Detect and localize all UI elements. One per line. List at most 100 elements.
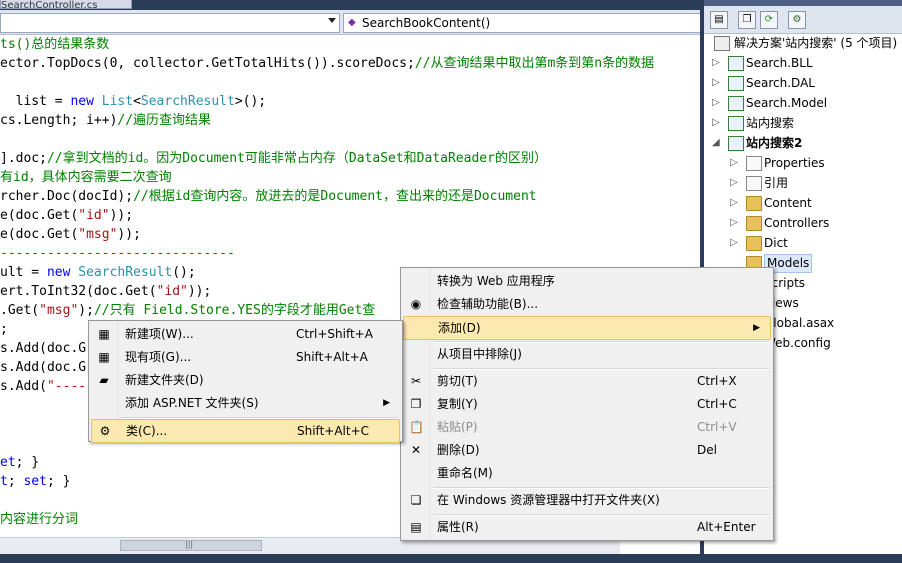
class-icon: ⚙ xyxy=(99,424,111,438)
menu-item[interactable]: ⚙ 类(C)... Shift+Alt+C xyxy=(91,419,400,443)
project-icon xyxy=(728,136,744,151)
menu-item-label: 添加(D) xyxy=(438,321,481,335)
refresh-icon[interactable]: ⟳ xyxy=(760,11,778,29)
folder-icon xyxy=(746,196,762,211)
folder-icon xyxy=(746,216,762,231)
menu-item[interactable]: 重命名(M) xyxy=(403,462,771,484)
file-icon xyxy=(746,156,762,171)
code-token: )); xyxy=(117,227,141,242)
code-line: 内容进行分词 xyxy=(0,510,78,529)
code-token: .Get( xyxy=(0,303,40,318)
menu-item[interactable]: ▦ 新建项(W)... Ctrl+Shift+A xyxy=(91,323,400,345)
properties-icon: ▤ xyxy=(410,520,422,534)
menu-item[interactable]: ◉ 检查辅助功能(B)... xyxy=(403,293,771,315)
expand-arrow-icon[interactable]: ▷ xyxy=(730,173,742,193)
open-folder-icon: ❏ xyxy=(410,493,422,507)
expand-arrow-icon[interactable]: ▷ xyxy=(712,53,724,73)
new-folder-icon: ▰ xyxy=(99,373,109,387)
tree-item-label: Search.Model xyxy=(746,96,828,110)
code-line xyxy=(0,73,8,92)
code-token: ; xyxy=(0,322,8,337)
show-all-files-icon[interactable]: ❐ xyxy=(738,11,756,29)
menu-item[interactable]: ❏ 在 Windows 资源管理器中打开文件夹(X) xyxy=(403,489,771,511)
menu-item[interactable]: 从项目中排除(J) xyxy=(403,343,771,365)
delete-icon: ✕ xyxy=(410,443,422,457)
menu-item[interactable]: ▤ 属性(R) Alt+Enter xyxy=(403,516,771,538)
menu-item-label: 添加 ASP.NET 文件夹(S) xyxy=(125,396,259,410)
menu-shortcut: Shift+Alt+A xyxy=(296,350,368,364)
code-token: SearchResult xyxy=(78,265,173,280)
member-dropdown[interactable]: ◆ SearchBookContent() xyxy=(343,13,701,33)
code-token: ert.ToInt32(doc.Get( xyxy=(0,284,157,299)
document-tab[interactable]: SearchController.cs xyxy=(0,0,132,9)
menu-item-label: 转换为 Web 应用程序 xyxy=(437,274,555,288)
menu-item-label: 属性(R) xyxy=(437,520,479,534)
expand-arrow-icon[interactable]: ▷ xyxy=(730,213,742,233)
code-token: "msg" xyxy=(78,227,118,242)
class-diagram-icon[interactable]: ⚙ xyxy=(788,11,806,29)
menu-item-label: 删除(D) xyxy=(437,443,480,457)
code-token: 有id，具体内容需要二次查询 xyxy=(0,170,172,185)
code-token: list = xyxy=(0,94,71,109)
chevron-down-icon[interactable] xyxy=(328,18,336,23)
code-token: "msg" xyxy=(39,303,79,318)
expand-arrow-icon[interactable]: ▷ xyxy=(730,193,742,213)
menu-item-label: 新建项(W)... xyxy=(125,327,194,341)
menu-item[interactable]: ▰ 新建文件夹(D) xyxy=(91,369,400,391)
menu-item[interactable]: ✕ 删除(D) Del xyxy=(403,439,771,461)
context-menu: 转换为 Web 应用程序 ◉ 检查辅助功能(B)... 添加(D) ▶ 从项目中排除(J)… xyxy=(400,267,774,541)
code-token: et xyxy=(0,455,16,470)
menu-item[interactable]: ▦ 现有项(G)... Shift+Alt+A xyxy=(91,346,400,368)
expand-arrow-icon[interactable]: ▷ xyxy=(712,93,724,113)
code-token: rcher.Doc(docId); xyxy=(0,189,134,204)
code-line: ------------------------------ xyxy=(0,244,235,263)
expand-arrow-icon[interactable]: ◢ xyxy=(712,133,724,153)
code-token: ].doc; xyxy=(0,151,47,166)
menu-item-label: 从项目中排除(J) xyxy=(437,347,522,361)
tree-item-label: 解决方案'站内搜索' (5 个项目) xyxy=(734,36,898,50)
menu-item[interactable]: ❐ 复制(Y) Ctrl+C xyxy=(403,393,771,415)
menu-shortcut: Shift+Alt+C xyxy=(297,424,370,438)
code-token: ------------------------------ xyxy=(0,246,235,261)
menu-item: 📋 粘贴(P) Ctrl+V xyxy=(403,416,771,438)
menu-shortcut: Ctrl+Shift+A xyxy=(296,327,373,341)
code-token: //拿到文档的id。因为Document可能非常占内存（DataSet和Data… xyxy=(46,151,547,166)
project-icon xyxy=(728,96,744,111)
code-line xyxy=(0,491,8,510)
code-token: new xyxy=(70,94,94,109)
code-line: s.Add(doc.G xyxy=(0,339,86,358)
menu-item[interactable]: ✂ 剪切(T) Ctrl+X xyxy=(403,370,771,392)
tree-item-label: Controllers xyxy=(764,216,830,230)
code-line: e(doc.Get("id")); xyxy=(0,206,133,225)
type-dropdown[interactable] xyxy=(0,13,340,33)
menu-item[interactable]: 转换为 Web 应用程序 xyxy=(403,270,771,292)
code-line: ert.ToInt32(doc.Get("id")); xyxy=(0,282,211,301)
tree-item-label: 站内搜索2 xyxy=(746,136,803,150)
menu-item-label: 复制(Y) xyxy=(437,397,478,411)
tree-item-label: Content xyxy=(764,196,812,210)
expand-arrow-icon[interactable]: ▷ xyxy=(730,233,742,253)
submenu-arrow-icon: ▶ xyxy=(383,398,390,408)
expand-arrow-icon[interactable]: ▷ xyxy=(712,113,724,133)
tree-item-label: Global.asax xyxy=(764,316,835,330)
menu-item-label: 在 Windows 资源管理器中打开文件夹(X) xyxy=(437,493,660,507)
code-line: list = new List<SearchResult>(); xyxy=(0,92,267,111)
code-token: "id" xyxy=(156,284,188,299)
code-token: new xyxy=(46,265,71,280)
properties-icon[interactable]: ▤ xyxy=(710,11,728,29)
code-line: ector.TopDocs(0, collector.GetTotalHits(… xyxy=(0,54,654,73)
menu-item[interactable]: 添加 ASP.NET 文件夹(S) ▶ xyxy=(91,392,400,414)
menu-item-label: 类(C)... xyxy=(126,424,168,438)
expand-arrow-icon[interactable]: ▷ xyxy=(730,153,742,173)
code-token: SearchResult xyxy=(140,94,235,109)
code-token: //遍历查询结果 xyxy=(117,113,212,128)
code-token: ult = xyxy=(0,265,47,280)
menu-item[interactable]: 添加(D) ▶ xyxy=(403,316,771,340)
expand-arrow-icon[interactable]: ▷ xyxy=(712,73,724,93)
code-line: ; xyxy=(0,320,8,339)
code-token: 内容进行分词 xyxy=(0,512,79,527)
code-token: //只有 Field.Store.YES的字段才能用Get查 xyxy=(93,303,376,318)
menu-item-label: 粘贴(P) xyxy=(437,420,478,434)
